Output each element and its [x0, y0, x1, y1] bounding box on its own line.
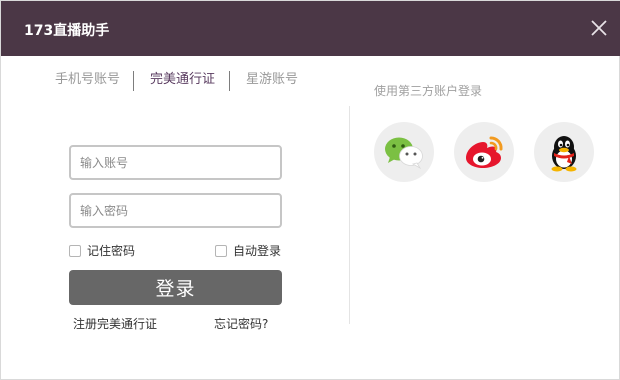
password-input[interactable]: [69, 193, 282, 228]
weibo-icon: [466, 136, 503, 168]
login-window: 173直播助手 手机号账号 完美通行证 星游账号 记住密码 自动登录 登录 注册…: [0, 0, 620, 380]
qq-login-button[interactable]: [534, 122, 594, 182]
tab-phone-account[interactable]: 手机号账号: [55, 69, 120, 91]
wechat-login-button[interactable]: [374, 122, 434, 182]
auto-login-checkbox[interactable]: [215, 245, 227, 257]
close-icon: [591, 20, 607, 36]
forgot-password-link[interactable]: 忘记密码?: [214, 315, 268, 332]
remember-password-checkbox[interactable]: [69, 245, 81, 257]
tab-separator: [229, 71, 230, 91]
weibo-login-button[interactable]: [454, 122, 514, 182]
window-title: 173直播助手: [24, 23, 110, 39]
third-party-login-label: 使用第三方账户登录: [374, 84, 483, 98]
tab-wanmei-pass[interactable]: 完美通行证: [150, 69, 215, 91]
vertical-divider: [349, 106, 350, 324]
auto-login-option[interactable]: 自动登录: [215, 243, 281, 259]
auto-login-label: 自动登录: [233, 244, 282, 258]
tab-xingyou-account[interactable]: 星游账号: [246, 69, 298, 91]
register-link[interactable]: 注册完美通行证: [73, 315, 157, 332]
title-bar: 173直播助手: [1, 1, 620, 56]
remember-password-option[interactable]: 记住密码: [69, 243, 135, 259]
qq-icon: [551, 136, 577, 172]
login-tabs: 手机号账号 完美通行证 星游账号: [1, 69, 321, 91]
login-button[interactable]: 登录: [69, 270, 282, 305]
remember-password-label: 记住密码: [87, 244, 136, 258]
account-input[interactable]: [69, 145, 282, 180]
tab-separator: [133, 71, 134, 91]
wechat-icon: [385, 137, 423, 170]
close-button[interactable]: [586, 15, 612, 41]
